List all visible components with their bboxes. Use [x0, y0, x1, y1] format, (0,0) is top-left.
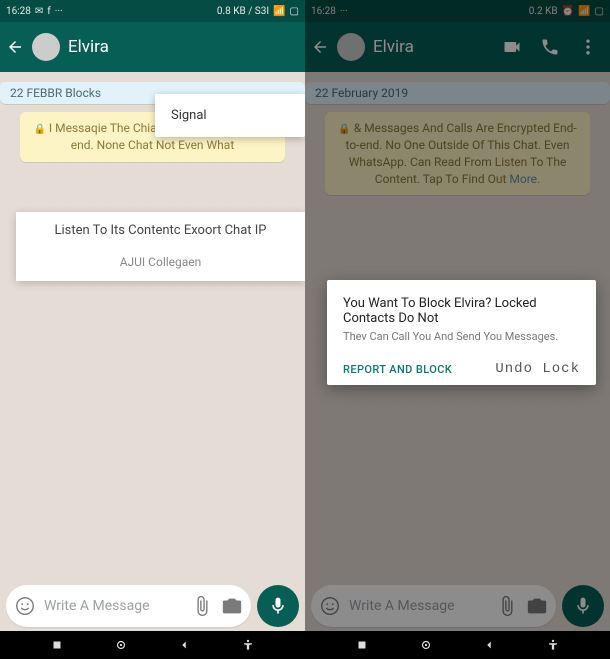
facebook-icon: f — [47, 6, 50, 17]
encryption-text: & Messages And Calls Are Encrypted End-t… — [346, 121, 577, 186]
wifi-icon: 📶 — [273, 6, 285, 17]
nav-recent-icon[interactable] — [50, 638, 64, 652]
report-and-block-button[interactable]: REPORT AND BLOCK — [343, 363, 452, 376]
date-chip: 22 February 2019 — [305, 82, 610, 104]
avatar[interactable] — [337, 33, 365, 61]
input-placeholder: Write A Message — [44, 598, 183, 614]
more-icon[interactable] — [578, 37, 598, 57]
statusbar: 16:28 ✉ f ··· 0.8 KB / S3I 📶 ▢ — [0, 0, 305, 22]
undo-lock-button[interactable]: Undo Lock — [495, 361, 580, 377]
dialog-title: You Want To Block Elvira? Locked Contact… — [343, 296, 580, 326]
wifi-icon: 📶 — [578, 6, 590, 17]
mic-icon — [268, 596, 288, 616]
net-speed: 0.2 KB — [529, 6, 558, 17]
overflow-menu: Signal — [155, 94, 305, 137]
appbar: Elvira — [305, 22, 610, 72]
android-navbar — [0, 631, 610, 659]
mic-button[interactable] — [562, 585, 604, 627]
chat-body: 22 FEBBR Blocks 🔒 I Messaqie The Chia Em… — [0, 72, 305, 581]
block-dialog: You Want To Block Elvira? Locked Contact… — [327, 280, 596, 385]
alarm-icon: ⏰ — [562, 6, 574, 17]
battery-icon: ▢ — [290, 6, 299, 17]
right-screen: 16:28··· 0.2 KB⏰📶▢ Elvira 22 February 20… — [305, 0, 610, 631]
encryption-banner[interactable]: 🔒 & Messages And Calls Are Encrypted End… — [325, 112, 590, 195]
contact-name[interactable]: Elvira — [373, 37, 494, 57]
attach-icon[interactable] — [496, 595, 518, 617]
status-time: 16:28 — [311, 6, 336, 17]
input-bar: Write A Message — [305, 581, 610, 631]
battery-icon: ▢ — [595, 6, 604, 17]
attach-icon[interactable] — [191, 595, 213, 617]
avatar[interactable] — [32, 33, 60, 61]
nav-accessibility-icon[interactable] — [546, 638, 560, 652]
lock-icon: 🔒 — [33, 124, 45, 135]
menu-item-listen[interactable]: Listen To Its Contentc Exoort Chat IP — [28, 222, 293, 240]
emoji-icon[interactable] — [14, 595, 36, 617]
contact-name[interactable]: Elvira — [68, 37, 299, 57]
input-placeholder: Write A Message — [349, 598, 488, 614]
dialog-subtitle: Thev Can Call You And Send You Messages. — [343, 330, 580, 343]
gmail-icon: ✉ — [35, 6, 43, 17]
camera-icon[interactable] — [526, 595, 548, 617]
menu-item-collegaen[interactable]: AJUI Collegaen — [28, 254, 293, 271]
left-screen: 16:28 ✉ f ··· 0.8 KB / S3I 📶 ▢ Elvira 22… — [0, 0, 305, 631]
statusbar: 16:28··· 0.2 KB⏰📶▢ — [305, 0, 610, 22]
input-bar: Write A Message — [0, 581, 305, 631]
back-icon[interactable] — [6, 38, 24, 56]
camera-icon[interactable] — [221, 595, 243, 617]
mic-button[interactable] — [257, 585, 299, 627]
appbar: Elvira — [0, 22, 305, 72]
nav-back-icon[interactable] — [177, 638, 191, 652]
nav-home-icon[interactable] — [114, 638, 128, 652]
overflow-menu2: Listen To Its Contentc Exoort Chat IP AJ… — [16, 212, 305, 281]
encryption-more-link[interactable]: More. — [509, 172, 540, 186]
message-input[interactable]: Write A Message — [6, 585, 251, 627]
net-speed: 0.8 KB / S3I — [217, 6, 269, 17]
back-icon[interactable] — [311, 38, 329, 56]
nav-accessibility-icon[interactable] — [241, 638, 255, 652]
video-call-icon[interactable] — [502, 37, 522, 57]
nav-home-icon[interactable] — [419, 638, 433, 652]
nav-back-icon[interactable] — [482, 638, 496, 652]
mic-icon — [573, 596, 593, 616]
call-icon[interactable] — [540, 37, 560, 57]
emoji-icon[interactable] — [319, 595, 341, 617]
status-time: 16:28 — [6, 6, 31, 17]
message-input[interactable]: Write A Message — [311, 585, 556, 627]
menu-item-signal[interactable]: Signal — [155, 94, 305, 137]
lock-icon: 🔒 — [338, 124, 350, 135]
nav-recent-icon[interactable] — [355, 638, 369, 652]
